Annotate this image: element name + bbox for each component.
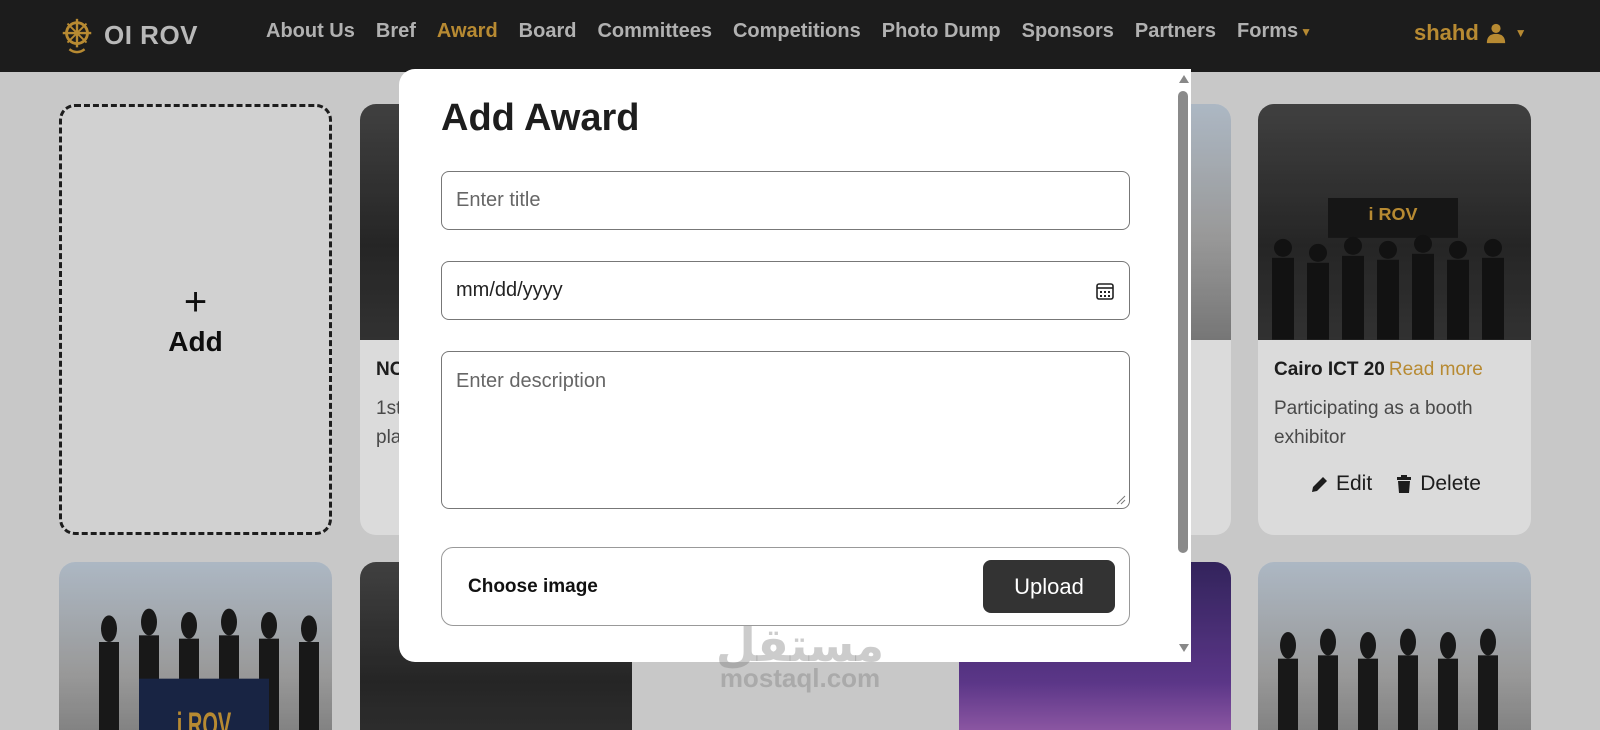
scrollbar-thumb[interactable]	[1178, 91, 1188, 553]
resize-handle-icon[interactable]	[1116, 495, 1126, 505]
add-award-modal: Add Award Enter title mm/dd/yyyy Enter d…	[399, 69, 1191, 662]
date-input[interactable]: mm/dd/yyyy	[441, 261, 1130, 320]
title-placeholder: Enter title	[456, 189, 541, 211]
scroll-up-arrow-icon[interactable]	[1179, 75, 1189, 83]
watermark: مستقل mostaql.com	[700, 620, 900, 692]
modal-title: Add Award	[441, 97, 640, 139]
watermark-latin: mostaql.com	[719, 663, 881, 693]
choose-image-button[interactable]: Choose image	[468, 576, 598, 598]
image-upload-group: Choose image Upload	[441, 547, 1130, 626]
description-textarea[interactable]: Enter description	[441, 351, 1130, 509]
description-placeholder: Enter description	[456, 370, 607, 392]
calendar-icon[interactable]	[1095, 281, 1115, 301]
date-placeholder: mm/dd/yyyy	[456, 279, 563, 301]
title-input[interactable]: Enter title	[441, 171, 1130, 230]
modal-scrollbar[interactable]	[1175, 69, 1191, 662]
scroll-down-arrow-icon[interactable]	[1179, 644, 1189, 652]
upload-button[interactable]: Upload	[983, 560, 1115, 613]
